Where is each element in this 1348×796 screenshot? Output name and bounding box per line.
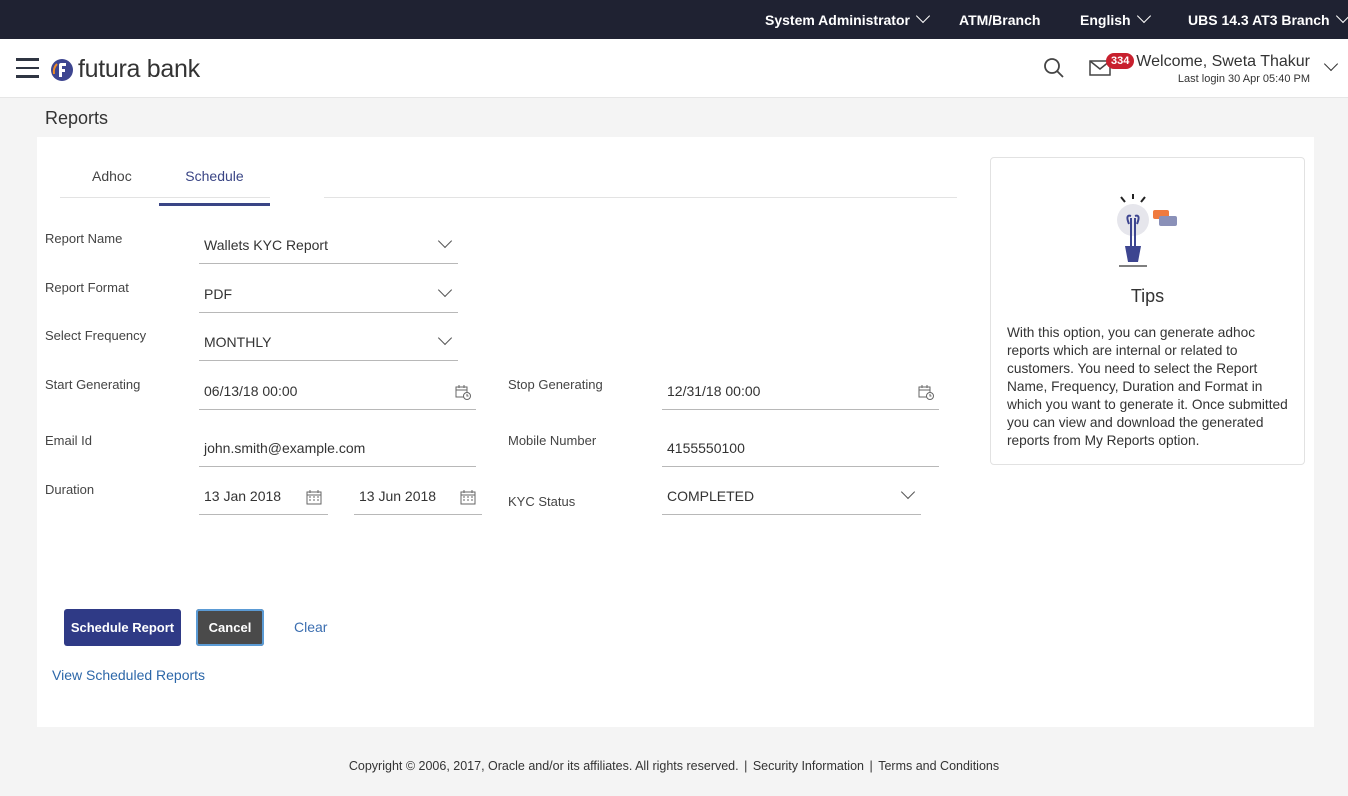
lightbulb-icon: [1117, 194, 1177, 267]
report-name-label: Report Name: [45, 231, 123, 246]
chevron-down-icon[interactable]: [1323, 56, 1339, 72]
tips-title: Tips: [1130, 286, 1165, 306]
entity-label: ATM/Branch: [959, 12, 1041, 28]
footer: Copyright © 2006, 2017, Oracle and/or it…: [0, 759, 1348, 773]
tab-adhoc[interactable]: Adhoc: [92, 168, 132, 184]
cancel-button[interactable]: Cancel: [196, 609, 264, 646]
stop-generating-input[interactable]: 12/31/18 00:00: [662, 374, 939, 410]
logo[interactable]: futura bank: [50, 55, 200, 84]
copyright-text: Copyright © 2006, 2017, Oracle and/or it…: [348, 759, 739, 773]
report-name-value: Wallets KYC Report: [204, 237, 328, 253]
footer-separator: |: [744, 759, 748, 773]
language-label: English: [1080, 12, 1131, 28]
user-menu[interactable]: Welcome, Sweta Thakur Last login 30 Apr …: [1136, 53, 1310, 85]
kyc-status-select[interactable]: COMPLETED: [662, 479, 921, 515]
language-dropdown[interactable]: English: [1080, 8, 1151, 28]
clear-link[interactable]: Clear: [294, 619, 327, 635]
notification-badge[interactable]: 334: [1106, 53, 1135, 69]
duration-label: Duration: [45, 482, 95, 497]
tips-body: With this option, you can generate adhoc…: [1007, 325, 1288, 448]
mobile-input[interactable]: 4155550100: [662, 431, 939, 467]
chevron-down-icon: [915, 8, 931, 24]
duration-to-input[interactable]: 13 Jun 2018: [354, 479, 482, 515]
terms-link[interactable]: Terms and Conditions: [878, 759, 999, 773]
start-generating-input[interactable]: 06/13/18 00:00: [199, 374, 476, 410]
duration-to-value: 13 Jun 2018: [359, 488, 437, 504]
tab-divider-gap: [270, 196, 324, 200]
last-login: Last login 30 Apr 05:40 PM: [1177, 73, 1310, 85]
email-label: Email Id: [45, 433, 92, 448]
entity-link[interactable]: ATM/Branch: [959, 12, 1040, 28]
tab-schedule[interactable]: Schedule: [159, 168, 270, 206]
branch-dropdown[interactable]: UBS 14.3 AT3 Branch: [1188, 8, 1348, 28]
chevron-down-icon: [437, 233, 453, 249]
duration-from-value: 13 Jan 2018: [204, 488, 282, 504]
role-label: System Administrator: [765, 12, 910, 28]
chevron-down-icon: [437, 282, 453, 298]
security-information-link[interactable]: Security Information: [753, 759, 864, 773]
calendar-icon[interactable]: [306, 489, 322, 505]
start-generating-value: 06/13/18 00:00: [204, 383, 298, 399]
stop-generating-value: 12/31/18 00:00: [667, 383, 761, 399]
calendar-clock-icon[interactable]: [455, 384, 471, 400]
welcome-text: Welcome, Sweta Thakur: [1136, 53, 1310, 70]
email-value: john.smith@example.com: [204, 440, 366, 456]
mobile-label: Mobile Number: [508, 433, 597, 448]
duration-from-input[interactable]: 13 Jan 2018: [199, 479, 328, 515]
kyc-status-value: COMPLETED: [667, 488, 755, 504]
report-format-label: Report Format: [45, 280, 129, 295]
stop-generating-label: Stop Generating: [508, 377, 603, 392]
frequency-select[interactable]: MONTHLY: [199, 325, 458, 361]
kyc-status-label: KYC Status: [508, 494, 576, 509]
report-format-select[interactable]: PDF: [199, 277, 458, 313]
chevron-down-icon: [900, 484, 916, 500]
chevron-down-icon: [1335, 8, 1348, 24]
report-name-select[interactable]: Wallets KYC Report: [199, 228, 458, 264]
frequency-label: Select Frequency: [45, 328, 147, 343]
email-input[interactable]: john.smith@example.com: [199, 431, 476, 467]
app-header: futura bank 334 Welcome, Sweta Thakur La…: [0, 39, 1348, 98]
logo-text: futura bank: [78, 55, 200, 83]
start-generating-label: Start Generating: [45, 377, 141, 392]
search-icon[interactable]: [1043, 57, 1065, 79]
report-format-value: PDF: [204, 286, 232, 302]
view-scheduled-reports-link[interactable]: View Scheduled Reports: [52, 667, 205, 683]
menu-icon[interactable]: [16, 58, 39, 78]
mobile-value: 4155550100: [667, 440, 745, 456]
calendar-icon[interactable]: [460, 489, 476, 505]
footer-separator: |: [869, 759, 873, 773]
branch-label: UBS 14.3 AT3 Branch: [1188, 12, 1330, 28]
schedule-report-button[interactable]: Schedule Report: [64, 609, 181, 646]
chevron-down-icon: [1136, 8, 1151, 24]
tips-panel: Tips With this option, you can generate …: [990, 157, 1305, 465]
calendar-clock-icon[interactable]: [918, 384, 934, 400]
role-dropdown[interactable]: System Administrator: [765, 8, 931, 28]
page-title: Reports: [45, 108, 109, 128]
frequency-value: MONTHLY: [204, 334, 272, 350]
chevron-down-icon: [437, 330, 453, 346]
futura-logo-icon: [51, 58, 73, 81]
tab-bar: Adhoc Schedule: [60, 159, 957, 206]
top-bar: System Administrator ATM/Branch English …: [0, 0, 1348, 39]
